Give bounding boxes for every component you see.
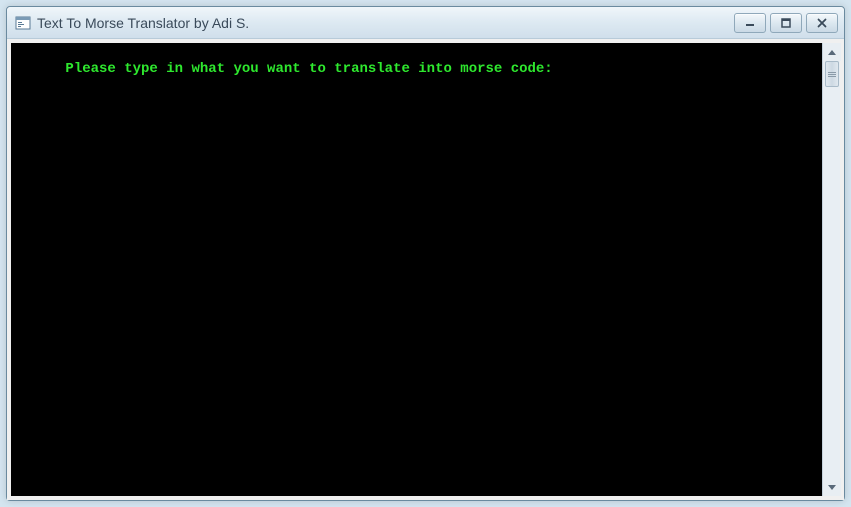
scroll-down-button[interactable] [823,478,841,496]
console-output[interactable]: Please type in what you want to translat… [11,43,822,496]
window-title: Text To Morse Translator by Adi S. [37,15,734,31]
maximize-button[interactable] [770,13,802,33]
vertical-scrollbar[interactable] [822,43,840,496]
app-window: Text To Morse Translator by Adi S. [6,6,845,501]
app-icon [15,15,31,31]
minimize-button[interactable] [734,13,766,33]
titlebar[interactable]: Text To Morse Translator by Adi S. [7,7,844,39]
close-button[interactable] [806,13,838,33]
scroll-thumb[interactable] [825,61,839,87]
console-prompt-text: Please type in what you want to translat… [65,61,552,77]
scroll-track[interactable] [823,61,840,478]
client-area: Please type in what you want to translat… [7,39,844,500]
window-controls [734,13,838,33]
scroll-up-button[interactable] [823,43,841,61]
